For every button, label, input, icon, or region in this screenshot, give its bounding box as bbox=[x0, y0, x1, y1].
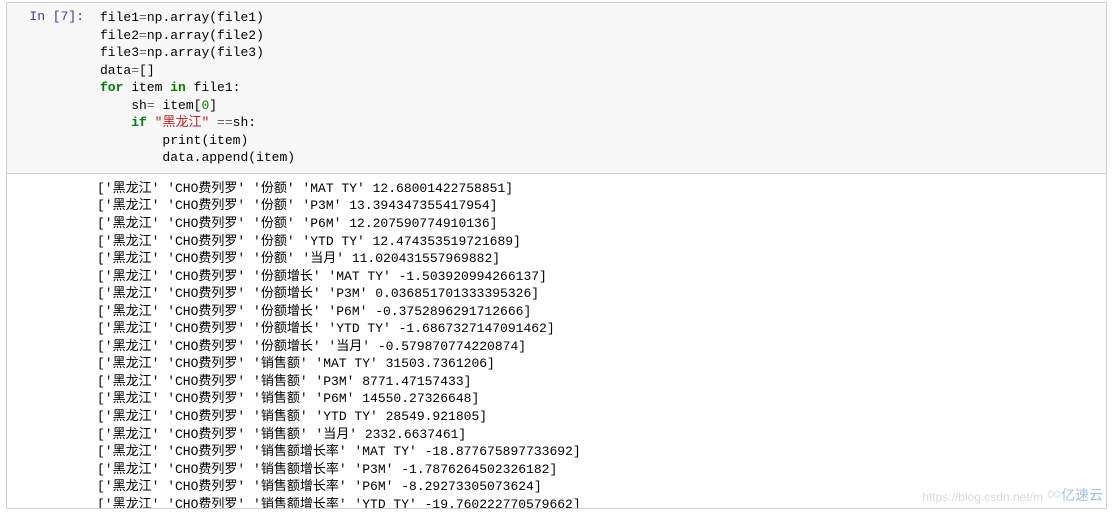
output-line: ['黑龙江' 'CHO费列罗' '销售额' 'P3M' 8771.4715743… bbox=[97, 373, 1098, 391]
code-line: file2=np.array(file2) bbox=[100, 27, 1098, 45]
output-line: ['黑龙江' 'CHO费列罗' '份额增长' '当月' -0.579870774… bbox=[97, 338, 1098, 356]
input-cell: In [7]: file1=np.array(file1)file2=np.ar… bbox=[6, 2, 1107, 174]
output-line: ['黑龙江' 'CHO费列罗' '销售额' 'P6M' 14550.273266… bbox=[97, 390, 1098, 408]
output-line: ['黑龙江' 'CHO费列罗' '份额' 'P3M' 13.3943473554… bbox=[97, 197, 1098, 215]
code-line: file1=np.array(file1) bbox=[100, 9, 1098, 27]
input-prompt: In [7]: bbox=[7, 3, 92, 173]
output-text: ['黑龙江' 'CHO费列罗' '份额' 'MAT TY' 12.6800142… bbox=[7, 174, 1106, 509]
output-line: ['黑龙江' 'CHO费列罗' '销售额' 'MAT TY' 31503.736… bbox=[97, 355, 1098, 373]
output-line: ['黑龙江' 'CHO费列罗' '份额增长' 'YTD TY' -1.68673… bbox=[97, 320, 1098, 338]
output-line: ['黑龙江' 'CHO费列罗' '销售额' 'YTD TY' 28549.921… bbox=[97, 408, 1098, 426]
output-line: ['黑龙江' 'CHO费列罗' '份额增长' 'P3M' 0.036851701… bbox=[97, 285, 1098, 303]
output-line: ['黑龙江' 'CHO费列罗' '份额' '当月' 11.02043155796… bbox=[97, 250, 1098, 268]
code-line: if "黑龙江" ==sh: bbox=[100, 114, 1098, 132]
code-line: for item in file1: bbox=[100, 79, 1098, 97]
output-line: ['黑龙江' 'CHO费列罗' '销售额' '当月' 2332.6637461] bbox=[97, 426, 1098, 444]
output-line: ['黑龙江' 'CHO费列罗' '销售额增长率' 'P6M' -8.292733… bbox=[97, 478, 1098, 496]
code-line: data=[] bbox=[100, 62, 1098, 80]
output-cell[interactable]: ['黑龙江' 'CHO费列罗' '份额' 'MAT TY' 12.6800142… bbox=[6, 174, 1107, 509]
output-line: ['黑龙江' 'CHO费列罗' '销售额增长率' 'P3M' -1.787626… bbox=[97, 461, 1098, 479]
output-line: ['黑龙江' 'CHO费列罗' '份额' 'YTD TY' 12.4743535… bbox=[97, 233, 1098, 251]
code-line: print(item) bbox=[100, 132, 1098, 150]
output-line: ['黑龙江' 'CHO费列罗' '份额' 'MAT TY' 12.6800142… bbox=[97, 180, 1098, 198]
prompt-label: In [7]: bbox=[29, 9, 84, 24]
output-line: ['黑龙江' 'CHO费列罗' '份额增长' 'P6M' -0.37528962… bbox=[97, 303, 1098, 321]
code-line: sh= item[0] bbox=[100, 97, 1098, 115]
code-editor[interactable]: file1=np.array(file1)file2=np.array(file… bbox=[92, 3, 1106, 173]
output-line: ['黑龙江' 'CHO费列罗' '销售额增长率' 'YTD TY' -19.76… bbox=[97, 496, 1098, 509]
output-line: ['黑龙江' 'CHO费列罗' '份额' 'P6M' 12.2075907749… bbox=[97, 215, 1098, 233]
output-line: ['黑龙江' 'CHO费列罗' '份额增长' 'MAT TY' -1.50392… bbox=[97, 268, 1098, 286]
code-line: file3=np.array(file3) bbox=[100, 44, 1098, 62]
code-line: data.append(item) bbox=[100, 149, 1098, 167]
output-line: ['黑龙江' 'CHO费列罗' '销售额增长率' 'MAT TY' -18.87… bbox=[97, 443, 1098, 461]
